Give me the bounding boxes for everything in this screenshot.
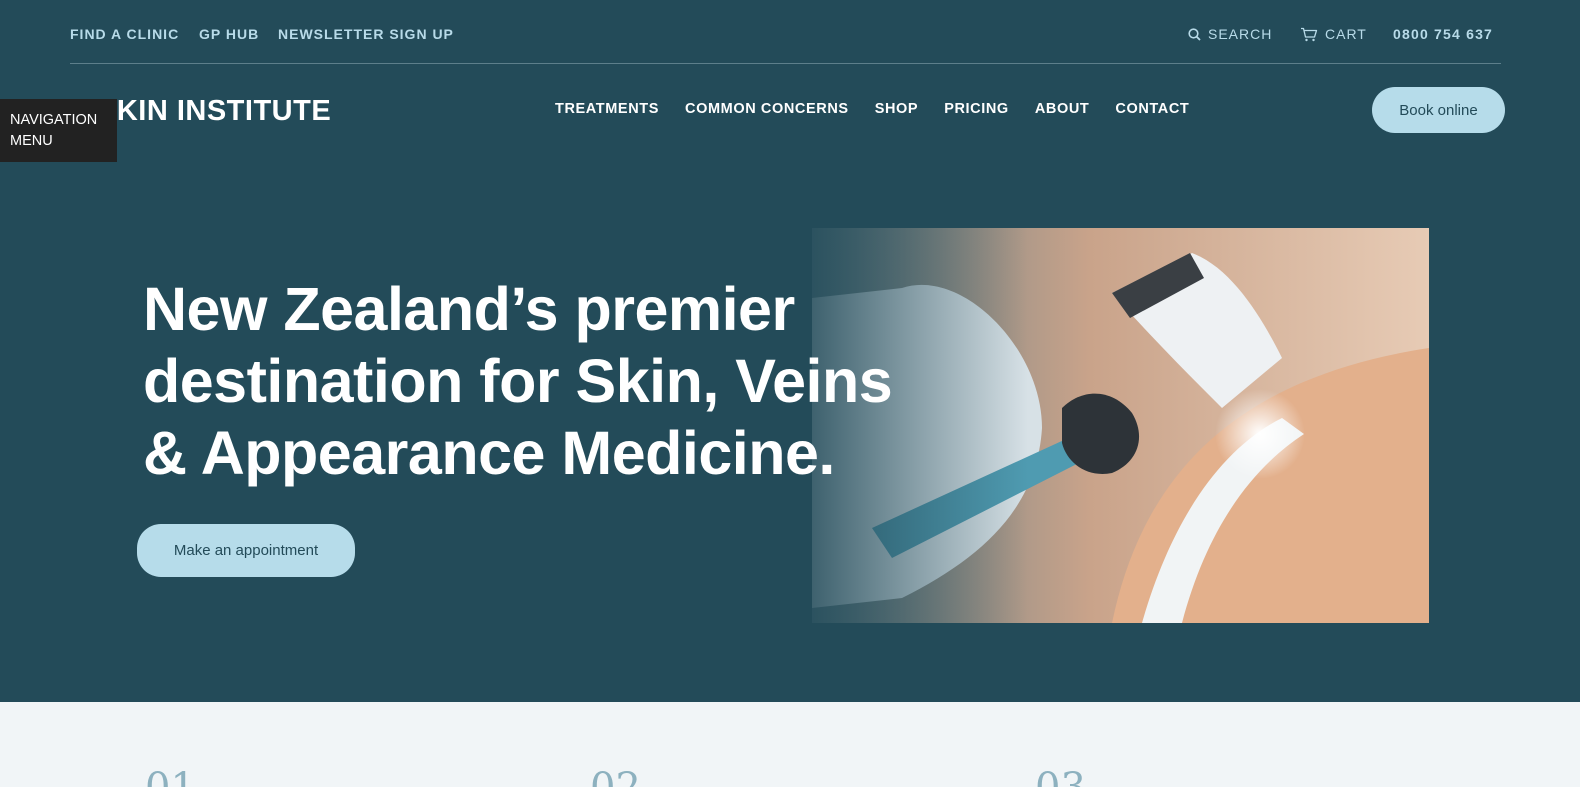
cart-button[interactable]: CART — [1300, 26, 1367, 42]
main-nav: TREATMENTS COMMON CONCERNS SHOP PRICING … — [555, 101, 1189, 117]
newsletter-signup-link[interactable]: NEWSLETTER SIGN UP — [278, 26, 454, 42]
cart-label: CART — [1325, 26, 1367, 42]
hero-headline: New Zealand’s premier destination for Sk… — [143, 275, 893, 487]
nav-pricing[interactable]: PRICING — [944, 101, 1009, 117]
hero-image — [812, 228, 1429, 623]
step-number: 03 — [1035, 768, 1086, 787]
logo-text: SKIN INSTITUTE — [97, 94, 332, 127]
hero-section: FIND A CLINIC GP HUB NEWSLETTER SIGN UP … — [0, 0, 1580, 702]
gp-hub-link[interactable]: GP HUB — [199, 26, 259, 42]
find-a-clinic-link[interactable]: FIND A CLINIC — [70, 26, 179, 42]
nav-contact[interactable]: CONTACT — [1115, 101, 1189, 117]
nav-treatments[interactable]: TREATMENTS — [555, 101, 659, 117]
make-appointment-button[interactable]: Make an appointment — [137, 524, 355, 577]
book-online-button[interactable]: Book online — [1372, 87, 1505, 133]
utility-bar: FIND A CLINIC GP HUB NEWSLETTER SIGN UP … — [70, 0, 1501, 64]
search-icon — [1188, 27, 1201, 41]
phone-link[interactable]: 0800 754 637 — [1393, 26, 1493, 42]
step-number: 01 — [145, 768, 196, 787]
cart-icon — [1301, 27, 1318, 41]
nav-common-concerns[interactable]: COMMON CONCERNS — [685, 101, 849, 117]
navigation-menu-label[interactable]: NAVIGATION MENU — [0, 99, 117, 162]
search-button[interactable]: SEARCH — [1188, 26, 1272, 42]
nav-about[interactable]: ABOUT — [1035, 101, 1090, 117]
step-number: 02 — [590, 768, 641, 787]
search-label: SEARCH — [1208, 26, 1273, 42]
nav-shop[interactable]: SHOP — [875, 101, 919, 117]
